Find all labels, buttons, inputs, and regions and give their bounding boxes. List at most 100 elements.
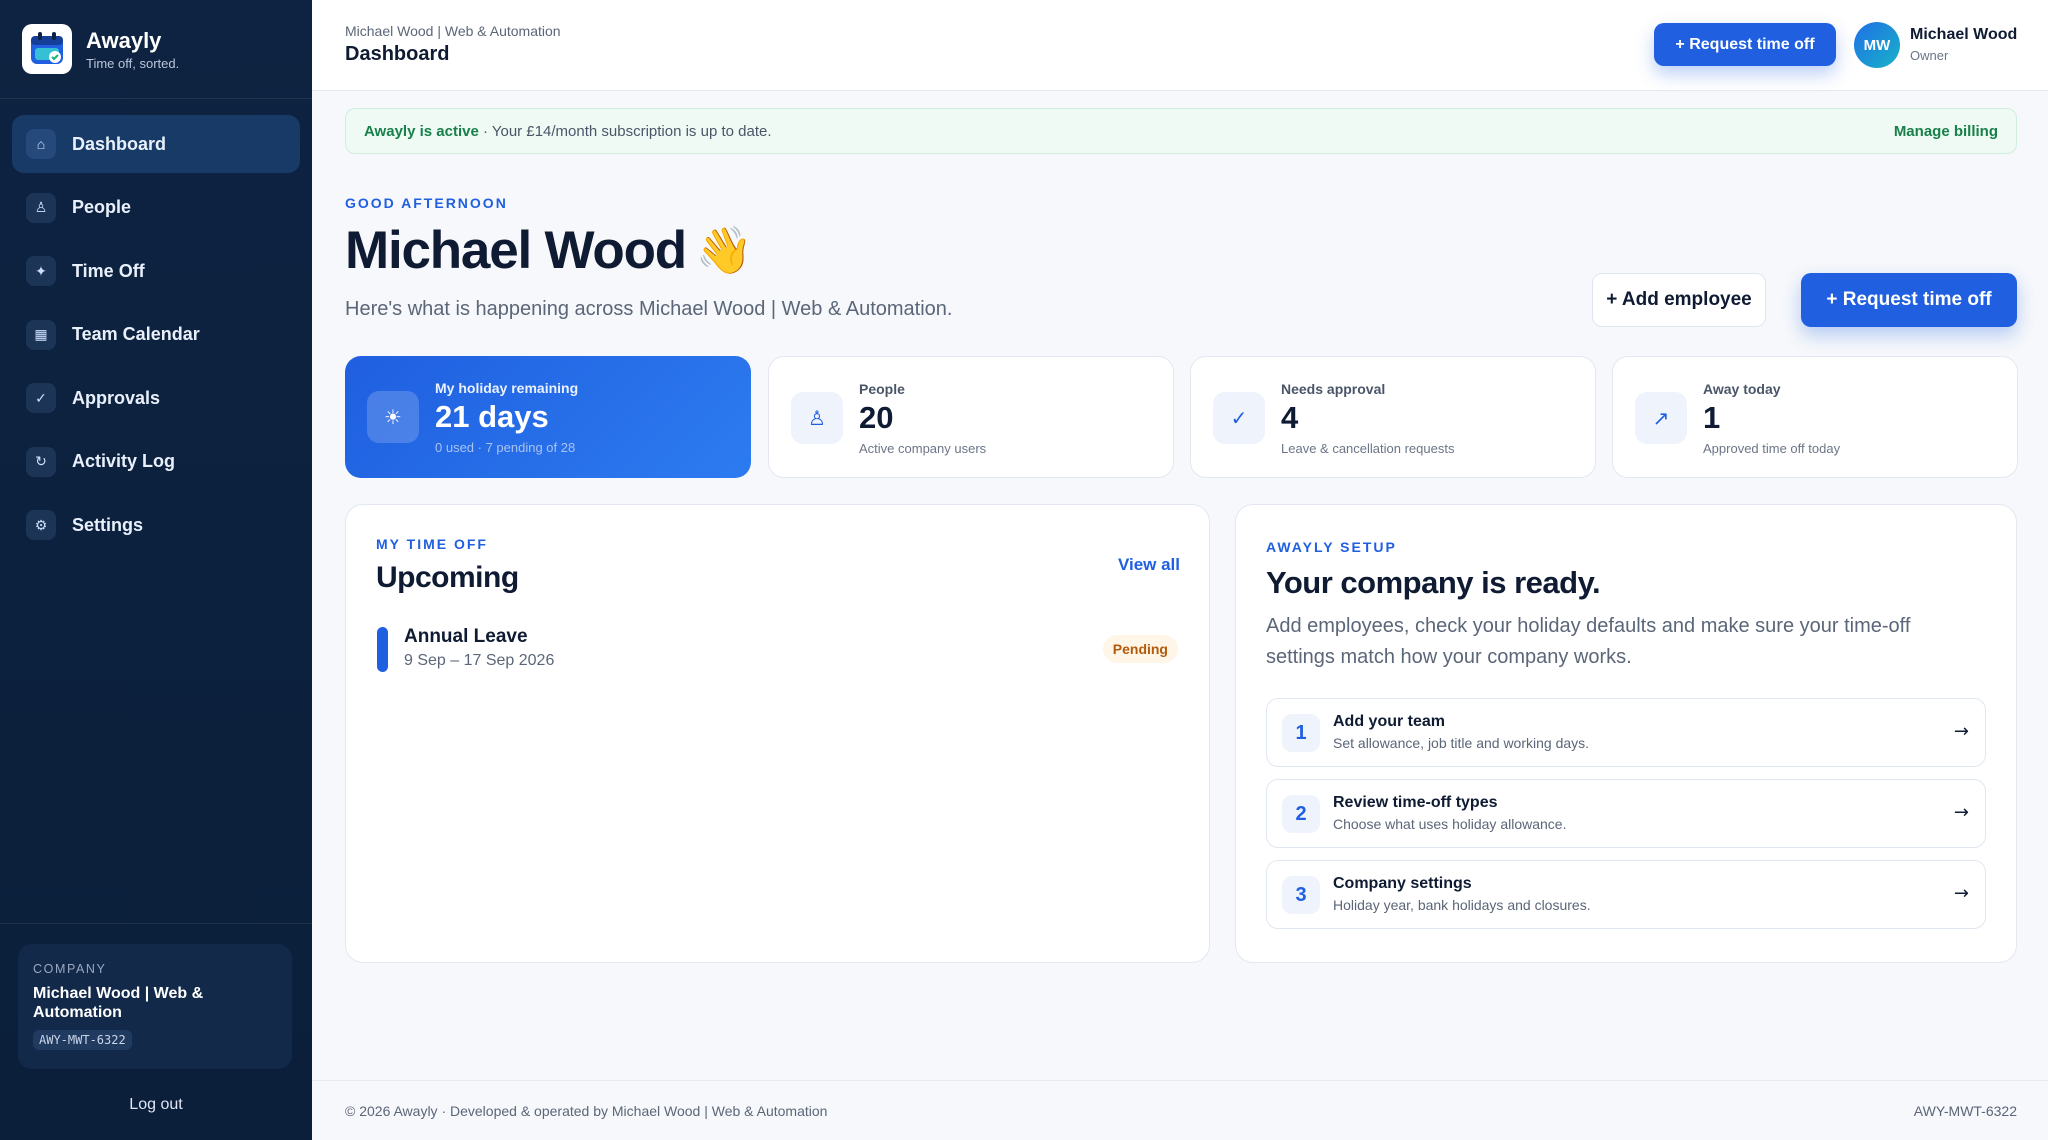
arrow-right-icon: →: [1953, 721, 1969, 742]
upcoming-title: Upcoming: [376, 561, 519, 594]
footer-copyright: © 2026 Awayly · Developed & operated by …: [345, 1103, 828, 1119]
user-role: Owner: [1910, 48, 1949, 63]
banner-status: Awayly is active: [364, 123, 479, 140]
subscription-banner: Awayly is active · Your £14/month subscr…: [345, 108, 2017, 154]
stat-card-holiday[interactable]: ☀ My holiday remaining 21 days 0 used · …: [345, 356, 751, 478]
refresh-icon: ↻: [26, 446, 56, 477]
leave-title: Annual Leave: [404, 626, 528, 647]
stat-card-people[interactable]: ♙ People 20 Active company users: [768, 356, 1174, 478]
setup-step-company-settings[interactable]: 3 Company settings Holiday year, bank ho…: [1266, 860, 1986, 929]
logout-link[interactable]: Log out: [0, 1096, 312, 1114]
setup-step-add-team[interactable]: 1 Add your team Set allowance, job title…: [1266, 698, 1986, 767]
company-code: AWY-MWT-6322: [33, 1030, 132, 1050]
add-employee-button[interactable]: + Add employee: [1592, 273, 1766, 327]
awayly-logo-icon: [22, 24, 72, 74]
stat-label: Away today: [1703, 381, 1781, 397]
sidebar-item-label: Dashboard: [72, 133, 167, 154]
leave-dates: 9 Sep – 17 Sep 2026: [404, 652, 555, 669]
stat-sub: 0 used · 7 pending of 28: [435, 440, 576, 455]
sparkle-icon: ✦: [26, 256, 56, 286]
sidebar-item-label: Team Calendar: [72, 324, 200, 344]
stat-value: 20: [859, 400, 894, 435]
hero-subtitle: Here's what is happening across Michael …: [345, 298, 953, 320]
step-subtitle: Holiday year, bank holidays and closures…: [1333, 897, 1591, 913]
waving-hand-icon: 👋: [695, 223, 753, 277]
sidebar-item-label: Time Off: [72, 260, 145, 281]
user-name: Michael Wood: [1910, 26, 2018, 43]
sidebar-item-label: Settings: [72, 514, 144, 535]
arrow-up-right-icon: ↗: [1635, 392, 1687, 444]
brand-tagline: Time off, sorted.: [86, 55, 180, 71]
sidebar-item-time-off[interactable]: ✦ Time Off: [12, 242, 300, 300]
step-number: 2: [1282, 795, 1320, 833]
setup-eyebrow: AWAYLY SETUP: [1266, 539, 1397, 555]
stat-label: People: [859, 381, 905, 397]
breadcrumb: Michael Wood | Web & Automation: [345, 23, 561, 39]
sidebar-item-approvals[interactable]: ✓ Approvals: [12, 369, 300, 427]
home-icon: ⌂: [26, 129, 56, 159]
stat-label: My holiday remaining: [435, 380, 579, 396]
arrow-right-icon: →: [1953, 802, 1969, 823]
setup-card: AWAYLY SETUP Your company is ready. Add …: [1235, 504, 2017, 963]
stat-sub: Active company users: [859, 441, 987, 456]
banner-text: Awayly is active · Your £14/month subscr…: [364, 123, 772, 140]
gear-icon: ⚙: [26, 510, 56, 540]
check-icon: ✓: [26, 383, 56, 413]
hero-name: Michael Wood: [345, 221, 687, 280]
greeting: GOOD AFTERNOON: [345, 195, 508, 211]
stat-card-away-today[interactable]: ↗ Away today 1 Approved time off today: [1612, 356, 2018, 478]
sidebar-nav: ⌂ Dashboard ♙ People ✦ Time Off ▦ Team C…: [0, 99, 312, 576]
stat-sub: Approved time off today: [1703, 441, 1841, 456]
sidebar-item-team-calendar[interactable]: ▦ Team Calendar: [12, 306, 300, 364]
sidebar-footer: COMPANY Michael Wood | Web & Automation …: [0, 923, 312, 1140]
step-number: 1: [1282, 714, 1320, 752]
upcoming-card: MY TIME OFF Upcoming View all Annual Lea…: [345, 504, 1210, 963]
setup-step-time-off-types[interactable]: 2 Review time-off types Choose what uses…: [1266, 779, 1986, 848]
step-subtitle: Set allowance, job title and working day…: [1333, 735, 1590, 751]
leave-color-bar: [377, 627, 388, 672]
calendar-icon: ▦: [26, 319, 56, 350]
sidebar-item-label: Approvals: [72, 387, 161, 408]
check-icon: ✓: [1213, 392, 1265, 444]
request-time-off-hero-button[interactable]: + Request time off: [1801, 273, 2017, 327]
upcoming-eyebrow: MY TIME OFF: [376, 536, 488, 552]
footer: © 2026 Awayly · Developed & operated by …: [312, 1080, 2048, 1140]
setup-description: Add employees, check your holiday defaul…: [1266, 615, 1911, 668]
step-number: 3: [1282, 876, 1320, 914]
hero-heading: Michael Wood 👋: [345, 220, 753, 281]
banner-message: · Your £14/month subscription is up to d…: [478, 123, 772, 140]
stat-value: 4: [1281, 400, 1299, 435]
company-label: COMPANY: [33, 962, 107, 976]
sidebar-item-activity-log[interactable]: ↻ Activity Log: [12, 433, 300, 491]
step-subtitle: Choose what uses holiday allowance.: [1333, 816, 1567, 832]
stat-label: Needs approval: [1281, 381, 1386, 397]
sidebar-item-settings[interactable]: ⚙ Settings: [12, 496, 300, 554]
person-icon: ♙: [26, 192, 56, 223]
sidebar-item-label: People: [72, 197, 132, 217]
stat-value: 21 days: [435, 399, 549, 434]
company-card: COMPANY Michael Wood | Web & Automation …: [18, 944, 292, 1069]
stat-sub: Leave & cancellation requests: [1281, 441, 1455, 456]
status-badge: Pending: [1102, 635, 1178, 663]
step-title: Add your team: [1333, 713, 1446, 730]
sun-icon: ☀: [367, 391, 419, 443]
sidebar-item-dashboard[interactable]: ⌂ Dashboard: [12, 115, 300, 173]
brand[interactable]: Awayly Time off, sorted.: [0, 0, 312, 99]
topbar: Michael Wood | Web & Automation Dashboar…: [312, 0, 2048, 91]
stat-card-needs-approval[interactable]: ✓ Needs approval 4 Leave & cancellation …: [1190, 356, 1596, 478]
step-title: Review time-off types: [1333, 794, 1498, 811]
view-all-link[interactable]: View all: [1118, 555, 1180, 575]
sidebar-item-people[interactable]: ♙ People: [12, 179, 300, 237]
setup-title: Your company is ready.: [1266, 565, 1601, 600]
company-name: Michael Wood | Web & Automation: [33, 985, 204, 1021]
footer-code: AWY-MWT-6322: [1913, 1103, 2017, 1119]
manage-billing-link[interactable]: Manage billing: [1894, 123, 1998, 140]
request-time-off-button[interactable]: + Request time off: [1654, 23, 1836, 66]
person-icon: ♙: [791, 392, 843, 444]
brand-name: Awayly: [86, 27, 162, 53]
avatar[interactable]: MW: [1854, 22, 1900, 68]
sidebar: Awayly Time off, sorted. ⌂ Dashboard ♙ P…: [0, 0, 312, 1140]
step-title: Company settings: [1333, 875, 1472, 892]
stat-value: 1: [1703, 400, 1721, 435]
page-title: Dashboard: [345, 43, 450, 65]
